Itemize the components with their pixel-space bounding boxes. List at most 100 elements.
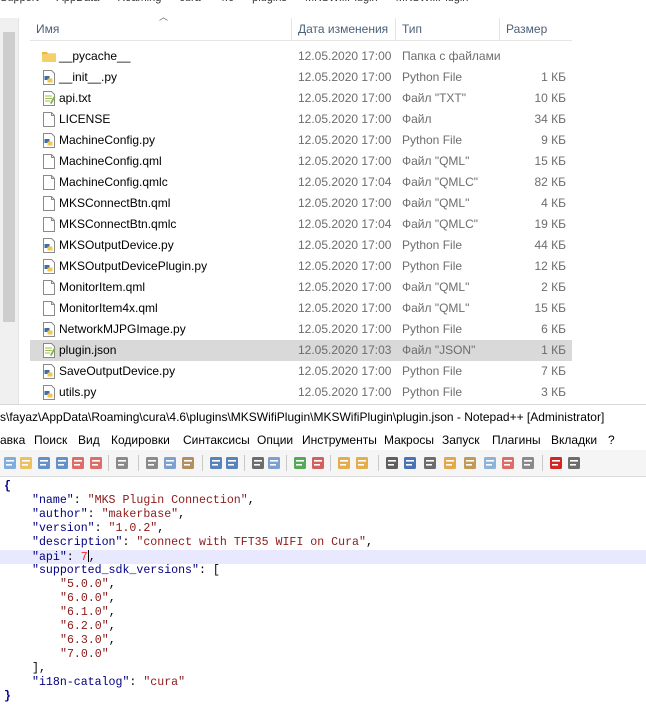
column-name[interactable]: Имя [30, 18, 292, 40]
file-date: 12.05.2020 17:00 [298, 259, 392, 273]
file-row[interactable]: LICENSE 12.05.2020 17:00 Файл 34 КБ [30, 109, 572, 130]
all-chars-icon[interactable] [402, 455, 418, 471]
file-size: 9 КБ [541, 133, 566, 147]
file-row[interactable]: MKSConnectBtn.qmlc 12.05.2020 17:04 Файл "… [30, 214, 572, 235]
menu-item[interactable]: Вкладки [551, 430, 597, 450]
file-row[interactable]: SaveOutputDevice.py 12.05.2020 17:00 Pytho… [30, 361, 572, 382]
file-name: MKSConnectBtn.qmlc [59, 217, 177, 231]
save-all-icon[interactable] [54, 455, 70, 471]
breadcrumb-item[interactable]: cura [179, 0, 200, 4]
menu-item[interactable]: Кодировки [111, 430, 170, 450]
file-row[interactable]: __pycache__ 12.05.2020 17:00 Папка с файла… [30, 46, 572, 67]
menu-item[interactable]: авка [0, 430, 25, 450]
monitor-icon[interactable] [520, 455, 536, 471]
column-size[interactable]: Размер [500, 18, 572, 40]
file-explorer: Support AppData Roaming cura 4.6 plugins MKSWi… [0, 0, 646, 404]
menu-item[interactable]: Опции [257, 430, 293, 450]
file-row[interactable]: __init__.py 12.05.2020 17:00 Python File 1 … [30, 67, 572, 88]
file-row[interactable]: MKSConnectBtn.qml 12.05.2020 17:00 Файл "Q… [30, 193, 572, 214]
blank-file-icon [42, 112, 56, 127]
file-row[interactable]: utils.py 12.05.2020 17:00 Python File 3 КБ [30, 382, 572, 403]
file-row[interactable]: plugin.json 12.05.2020 17:03 Файл "JSON" 1 … [30, 340, 572, 361]
file-size: 12 КБ [534, 259, 566, 273]
column-header: Имя Дата изменения Тип Размер [30, 18, 572, 41]
file-name: plugin.json [59, 343, 117, 357]
menu-item[interactable]: Запуск [442, 430, 480, 450]
menu-item[interactable]: Плагины [492, 430, 541, 450]
record-macro-icon[interactable] [548, 455, 564, 471]
word-wrap-icon[interactable] [384, 455, 400, 471]
file-row[interactable]: MachineConfig.qmlc 12.05.2020 17:04 Файл "… [30, 172, 572, 193]
folder-workspace-icon[interactable] [500, 455, 516, 471]
code-editor[interactable]: {"name": "MKS Plugin Connection", "author… [0, 477, 646, 716]
stop-macro-icon[interactable] [566, 455, 582, 471]
breadcrumb-item[interactable]: MKSWifiPlugin [396, 0, 469, 4]
breadcrumb-item[interactable]: Support [0, 0, 39, 4]
save-icon[interactable] [36, 455, 52, 471]
menu-item[interactable]: Макросы [384, 430, 434, 450]
open-icon[interactable] [18, 455, 34, 471]
column-type[interactable]: Тип [396, 18, 500, 40]
breadcrumb-item[interactable]: Roaming [117, 0, 161, 4]
close-icon[interactable] [70, 455, 86, 471]
paste-icon[interactable] [180, 455, 196, 471]
file-row[interactable]: NetworkMJPGImage.py 12.05.2020 17:00 Pytho… [30, 319, 572, 340]
cut-icon[interactable] [144, 455, 160, 471]
find-icon[interactable] [250, 455, 266, 471]
notepad-title-bar: rs\fayaz\AppData\Roaming\cura\4.6\plugin… [0, 404, 646, 429]
menu-item[interactable]: Инструменты [302, 430, 377, 450]
menu-item[interactable]: ? [608, 430, 615, 450]
json-colon: : [73, 494, 88, 507]
json-key: "api" [32, 551, 67, 564]
doc-map-icon[interactable] [462, 455, 478, 471]
function-list-icon[interactable] [482, 455, 498, 471]
file-name: MonitorItem4x.qml [59, 301, 158, 315]
json-value: "makerbase" [101, 508, 179, 521]
scrollbar-thumb[interactable] [3, 32, 15, 322]
breadcrumb-item[interactable]: 4.6 [219, 0, 234, 4]
column-date[interactable]: Дата изменения [292, 18, 396, 40]
breadcrumb-item[interactable]: plugins [252, 0, 287, 4]
toolbar-separator [202, 455, 203, 471]
new-icon[interactable] [2, 455, 18, 471]
json-key: "author" [32, 508, 88, 521]
file-date: 12.05.2020 17:00 [298, 385, 392, 399]
file-row[interactable]: MachineConfig.qml 12.05.2020 17:00 Файл "Q… [30, 151, 572, 172]
menu-item[interactable]: Вид [78, 430, 100, 450]
code-line: ], [0, 662, 646, 676]
zoom-out-icon[interactable] [310, 455, 326, 471]
file-size: 10 КБ [534, 91, 566, 105]
print-icon[interactable] [114, 455, 130, 471]
breadcrumb-item[interactable]: MKSWifiPlugin [305, 0, 378, 4]
zoom-in-icon[interactable] [292, 455, 308, 471]
file-row[interactable]: MonitorItem4x.qml 12.05.2020 17:00 Файл "Q… [30, 298, 572, 319]
file-size: 34 КБ [534, 112, 566, 126]
blank-file-icon [42, 196, 56, 211]
replace-icon[interactable] [266, 455, 282, 471]
python-file-icon [42, 238, 56, 253]
breadcrumb-item[interactable]: AppData [57, 0, 100, 4]
copy-icon[interactable] [162, 455, 178, 471]
file-row[interactable]: api.txt 12.05.2020 17:00 Файл "TXT" 10 КБ [30, 88, 572, 109]
indent-guide-icon[interactable] [422, 455, 438, 471]
file-row[interactable]: MonitorItem.qml 12.05.2020 17:00 Файл "QML… [30, 277, 572, 298]
redo-icon[interactable] [224, 455, 240, 471]
breadcrumb: Support AppData Roaming cura 4.6 plugins MKSWi… [0, 0, 646, 6]
udl-icon[interactable] [442, 455, 458, 471]
sync-h-icon[interactable] [354, 455, 370, 471]
json-brace: { [4, 480, 11, 493]
sync-v-icon[interactable] [336, 455, 352, 471]
close-all-icon[interactable] [88, 455, 104, 471]
json-punct: , [247, 494, 255, 507]
menu-item[interactable]: Синтаксисы [183, 430, 250, 450]
json-colon: : [66, 551, 81, 564]
menu-item[interactable]: Поиск [34, 430, 67, 450]
file-name: MachineConfig.qml [59, 154, 162, 168]
file-row[interactable]: MachineConfig.py 12.05.2020 17:00 Python F… [30, 130, 572, 151]
file-row[interactable]: MKSOutputDevicePlugin.py 12.05.2020 17:00… [30, 256, 572, 277]
json-string: "6.1.0" [60, 606, 109, 619]
file-size: 3 КБ [541, 385, 566, 399]
undo-icon[interactable] [208, 455, 224, 471]
nav-pane-scrollbar[interactable] [0, 18, 19, 404]
file-row[interactable]: MKSOutputDevice.py 12.05.2020 17:00 Python… [30, 235, 572, 256]
